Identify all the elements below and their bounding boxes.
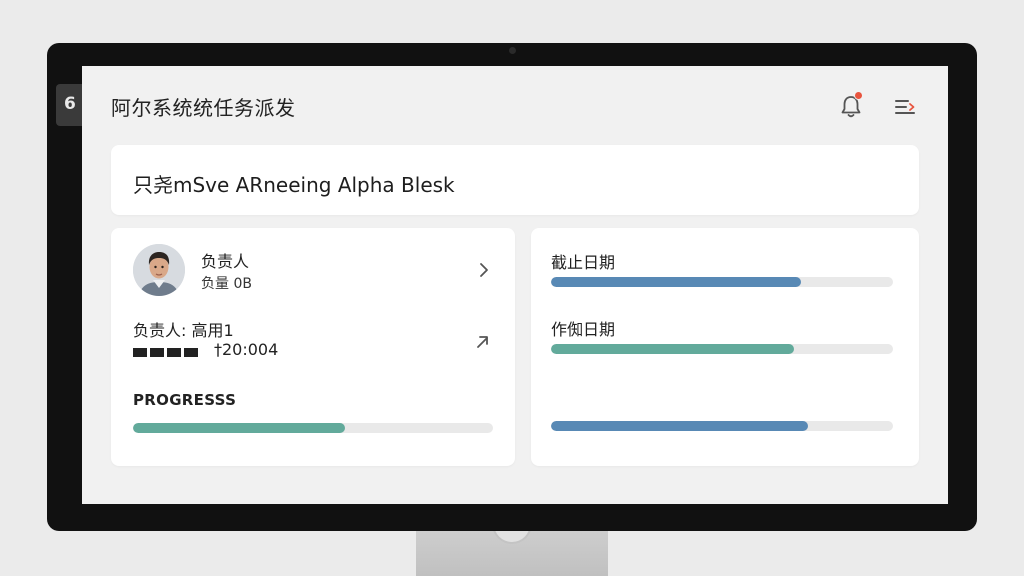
work-date-label: 作倁日期 [551, 320, 616, 339]
task-banner[interactable]: 只尧mSve ARneeing Alpha Blesk [111, 145, 919, 215]
task-banner-text: 只尧mSve ARneeing Alpha Blesk [133, 173, 455, 197]
notification-badge [854, 91, 863, 100]
deadline-bar-fill [551, 277, 801, 287]
progress-bar [133, 423, 493, 433]
notifications-button[interactable] [839, 91, 863, 120]
work-date-bar [551, 344, 893, 354]
menu-arrow-icon [895, 100, 915, 114]
owner-subtitle: 负量 0B [201, 276, 252, 292]
app-screen: 阿尔系统统任务派发 只尧mSve ARneeing Alpha Blesk 负责… [82, 66, 948, 504]
avatar [133, 244, 185, 296]
third-progress-bar-fill [551, 421, 808, 431]
page-title: 阿尔系统统任务派发 [111, 96, 296, 120]
assignee-line: 负责人: 高用1 [133, 321, 234, 340]
assignee-card: 负责人 负量 0B 负责人: 高用1 †20:004 PROGRESSS [111, 228, 515, 466]
owner-label: 负责人 [201, 252, 250, 271]
arrow-up-right-icon[interactable] [475, 333, 491, 349]
task-code: †20:004 [214, 340, 279, 359]
work-date-bar-fill [551, 344, 794, 354]
masked-value [133, 343, 198, 357]
menu-button[interactable] [893, 96, 917, 118]
progress-label: PROGRESSS [133, 391, 237, 409]
webcam [509, 47, 516, 54]
third-progress-bar [551, 421, 893, 431]
deadline-label: 截止日期 [551, 253, 616, 272]
avatar-portrait-icon [133, 244, 185, 296]
dates-card: 截止日期 作倁日期 [531, 228, 919, 466]
chevron-right-icon[interactable] [477, 262, 491, 278]
progress-bar-fill [133, 423, 346, 433]
deadline-bar [551, 277, 893, 287]
